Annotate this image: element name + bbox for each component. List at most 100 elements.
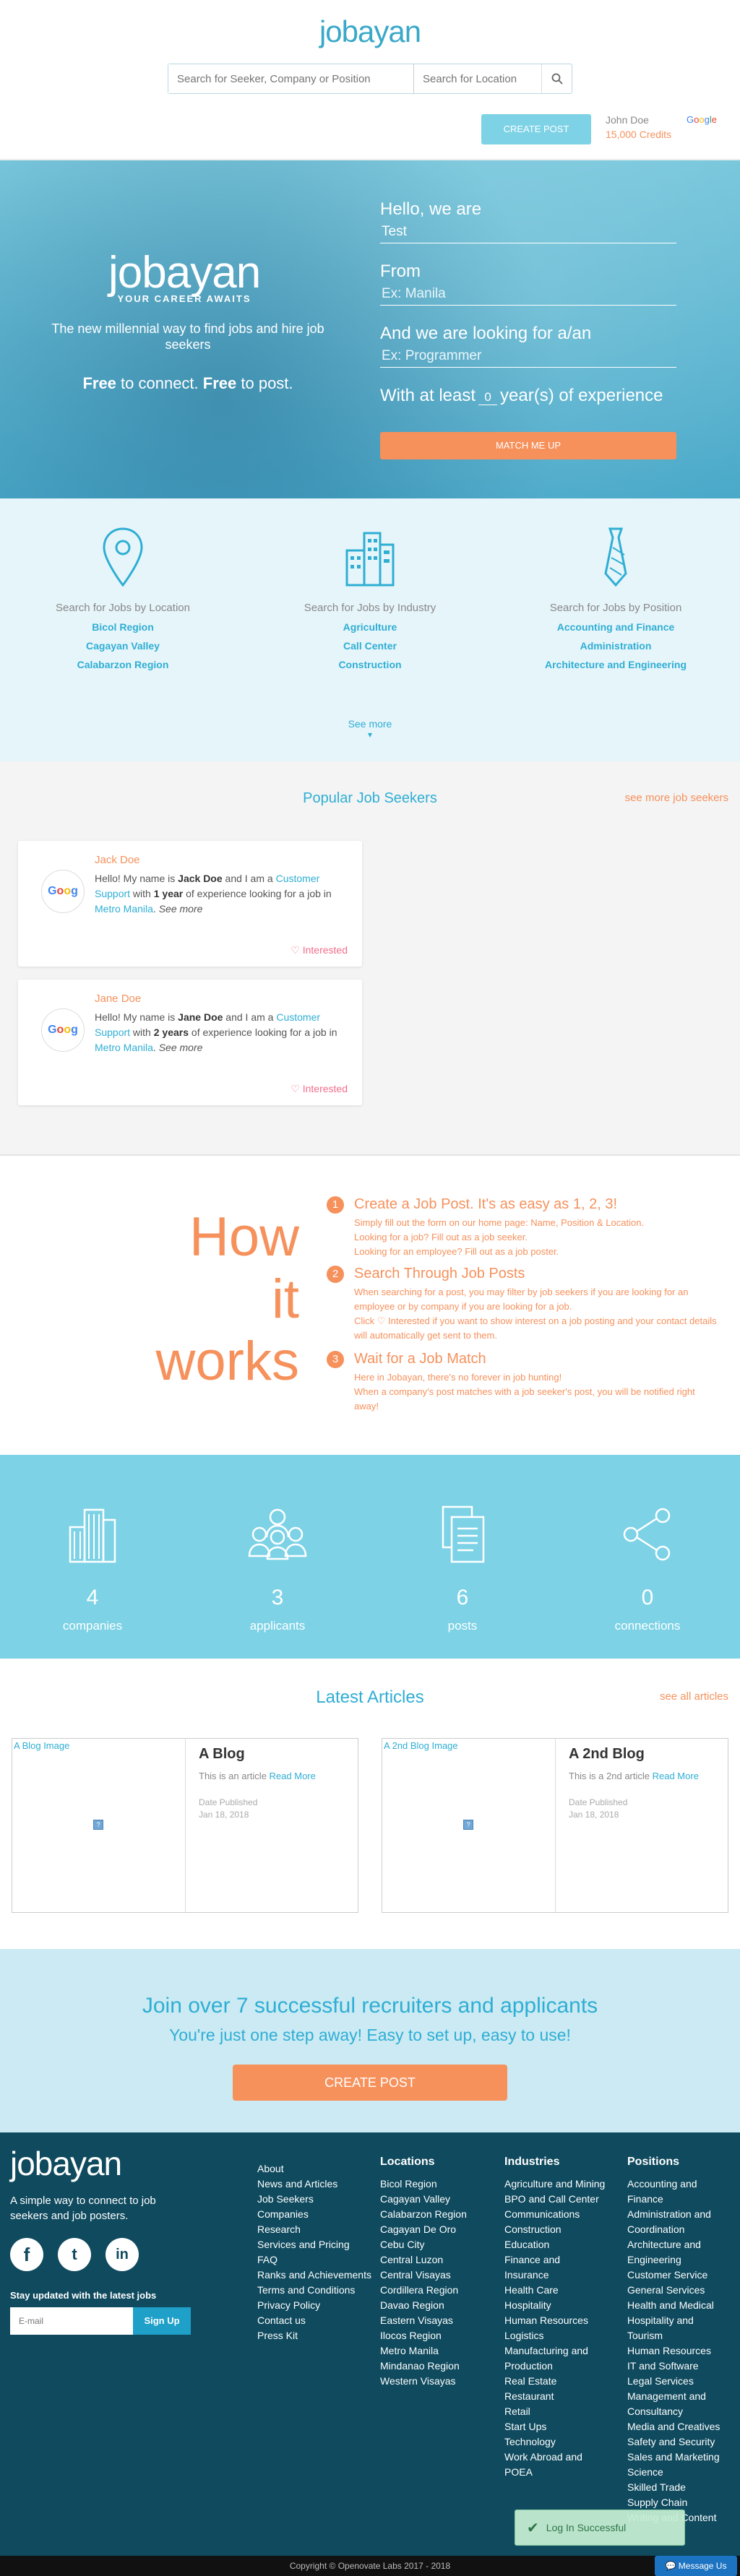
category-link[interactable]: Accounting and Finance xyxy=(522,621,710,633)
interested-button[interactable]: ♡ Interested xyxy=(291,1083,348,1095)
location-field[interactable]: Ex: Manila xyxy=(380,283,676,306)
footer-position-link[interactable]: Science xyxy=(627,2465,728,2480)
linkedin-icon[interactable]: in xyxy=(106,2238,139,2271)
blog-image[interactable]: A 2nd Blog Image? xyxy=(382,1739,556,1912)
footer-link[interactable]: Contact us xyxy=(257,2313,371,2328)
newsletter-email-input[interactable] xyxy=(10,2307,133,2335)
footer-position-link[interactable]: Media and Creatives xyxy=(627,2419,728,2434)
footer-industry-link[interactable]: Education xyxy=(504,2237,606,2252)
footer-industry-link[interactable]: BPO and Call Center xyxy=(504,2192,606,2207)
footer-location-link[interactable]: Metro Manila xyxy=(380,2343,467,2359)
footer-industry-link[interactable]: Logistics xyxy=(504,2328,606,2343)
see-all-articles-link[interactable]: see all articles xyxy=(660,1690,728,1703)
footer-industry-link[interactable]: Agriculture and Mining xyxy=(504,2177,606,2192)
footer-link[interactable]: News and Articles xyxy=(257,2177,371,2192)
footer-position-link[interactable]: IT and Software xyxy=(627,2359,728,2374)
blog-image[interactable]: A Blog Image? xyxy=(12,1739,186,1912)
blog-card-title[interactable]: A Blog xyxy=(199,1746,245,1763)
footer-position-link[interactable]: Hospitality and Tourism xyxy=(627,2313,728,2343)
footer-link[interactable]: Terms and Conditions xyxy=(257,2283,371,2298)
category-link[interactable]: Agriculture xyxy=(276,621,464,633)
footer-location-link[interactable]: Cordillera Region xyxy=(380,2283,467,2298)
experience-input[interactable]: 0 xyxy=(478,390,498,405)
read-more-link[interactable]: Read More xyxy=(270,1771,316,1781)
interested-button[interactable]: ♡ Interested xyxy=(291,944,348,956)
footer-industry-link[interactable]: Communications xyxy=(504,2207,606,2222)
read-more-link[interactable]: Read More xyxy=(653,1771,699,1781)
seeker-name[interactable]: Jack Doe xyxy=(95,854,140,866)
footer-industry-link[interactable]: Construction xyxy=(504,2222,606,2237)
category-link[interactable]: Architecture and Engineering xyxy=(522,659,710,670)
message-us-button[interactable]: 💬 Message Us xyxy=(655,2556,737,2576)
see-more-link[interactable]: See more xyxy=(159,1042,203,1053)
footer-position-link[interactable]: Accounting and Finance xyxy=(627,2177,728,2207)
footer-position-link[interactable]: Human Resources xyxy=(627,2343,728,2359)
footer-industry-link[interactable]: Finance and Insurance xyxy=(504,2252,606,2283)
see-more-seekers-link[interactable]: see more job seekers xyxy=(625,792,728,804)
footer-position-link[interactable]: Customer Service xyxy=(627,2268,728,2283)
search-button[interactable] xyxy=(541,64,572,93)
footer-industry-link[interactable]: Real Estate xyxy=(504,2374,606,2389)
company-name-input[interactable]: Test xyxy=(380,221,676,243)
position-field[interactable]: Ex: Programmer xyxy=(380,345,676,368)
search-input[interactable] xyxy=(168,64,414,93)
category-link[interactable]: Call Center xyxy=(276,640,464,652)
footer-link[interactable]: Services and Pricing xyxy=(257,2237,371,2252)
footer-location-link[interactable]: Cebu City xyxy=(380,2237,467,2252)
footer-position-link[interactable]: General Services xyxy=(627,2283,728,2298)
footer-location-link[interactable]: Davao Region xyxy=(380,2298,467,2313)
footer-link[interactable]: Ranks and Achievements xyxy=(257,2268,371,2283)
user-name[interactable]: John Doe xyxy=(606,114,649,126)
footer-industry-link[interactable]: Human Resources xyxy=(504,2313,606,2328)
footer-location-link[interactable]: Ilocos Region xyxy=(380,2328,467,2343)
logo[interactable]: jobayan xyxy=(0,14,740,49)
footer-location-link[interactable]: Cagayan De Oro xyxy=(380,2222,467,2237)
footer-position-link[interactable]: Legal Services xyxy=(627,2374,728,2389)
category-link[interactable]: Calabarzon Region xyxy=(29,659,217,670)
footer-link[interactable]: Research xyxy=(257,2222,371,2237)
create-post-button[interactable]: CREATE POST xyxy=(481,114,591,144)
category-link[interactable]: Bicol Region xyxy=(29,621,217,633)
signup-button[interactable]: Sign Up xyxy=(133,2307,191,2335)
category-link[interactable]: Cagayan Valley xyxy=(29,640,217,652)
category-link[interactable]: Administration xyxy=(522,640,710,652)
footer-industry-link[interactable]: Technology xyxy=(504,2434,606,2450)
footer-link[interactable]: FAQ xyxy=(257,2252,371,2268)
footer-position-link[interactable]: Supply Chain xyxy=(627,2495,728,2510)
blog-card-title[interactable]: A 2nd Blog xyxy=(569,1746,645,1763)
blog-card[interactable]: A 2nd Blog Image? A 2nd Blog This is a 2… xyxy=(382,1738,728,1913)
see-more-link[interactable]: See more xyxy=(159,903,203,915)
footer-link[interactable]: Companies xyxy=(257,2207,371,2222)
footer-industry-link[interactable]: Hospitality xyxy=(504,2298,606,2313)
footer-location-link[interactable]: Central Visayas xyxy=(380,2268,467,2283)
footer-industry-link[interactable]: Work Abroad and POEA xyxy=(504,2450,606,2480)
footer-location-link[interactable]: Bicol Region xyxy=(380,2177,467,2192)
footer-location-link[interactable]: Mindanao Region xyxy=(380,2359,467,2374)
login-success-toast[interactable]: ✔ Log In Successful xyxy=(515,2510,685,2546)
footer-link[interactable]: About xyxy=(257,2161,371,2177)
footer-link[interactable]: Privacy Policy xyxy=(257,2298,371,2313)
footer-position-link[interactable]: Safety and Security xyxy=(627,2434,728,2450)
footer-industry-link[interactable]: Start Ups xyxy=(504,2419,606,2434)
category-link[interactable]: Construction xyxy=(276,659,464,670)
footer-industry-link[interactable]: Health Care xyxy=(504,2283,606,2298)
footer-position-link[interactable]: Architecture and Engineering xyxy=(627,2237,728,2268)
footer-industry-link[interactable]: Manufacturing and Production xyxy=(504,2343,606,2374)
blog-card[interactable]: A Blog Image? A Blog This is an article … xyxy=(12,1738,358,1913)
match-button[interactable]: MATCH ME UP xyxy=(380,432,676,459)
twitter-icon[interactable]: t xyxy=(58,2238,91,2271)
footer-link[interactable]: Job Seekers xyxy=(257,2192,371,2207)
footer-position-link[interactable]: Health and Medical xyxy=(627,2298,728,2313)
footer-logo[interactable]: jobayan xyxy=(10,2144,122,2183)
footer-industry-link[interactable]: Retail xyxy=(504,2404,606,2419)
see-more-link[interactable]: See more ▾ xyxy=(0,718,740,740)
footer-location-link[interactable]: Western Visayas xyxy=(380,2374,467,2389)
footer-location-link[interactable]: Calabarzon Region xyxy=(380,2207,467,2222)
footer-position-link[interactable]: Skilled Trade xyxy=(627,2480,728,2495)
footer-location-link[interactable]: Cagayan Valley xyxy=(380,2192,467,2207)
footer-location-link[interactable]: Eastern Visayas xyxy=(380,2313,467,2328)
footer-position-link[interactable]: Administration and Coordination xyxy=(627,2207,728,2237)
avatar[interactable]: Google xyxy=(687,114,717,125)
footer-link[interactable]: Press Kit xyxy=(257,2328,371,2343)
footer-position-link[interactable]: Management and Consultancy xyxy=(627,2389,728,2419)
